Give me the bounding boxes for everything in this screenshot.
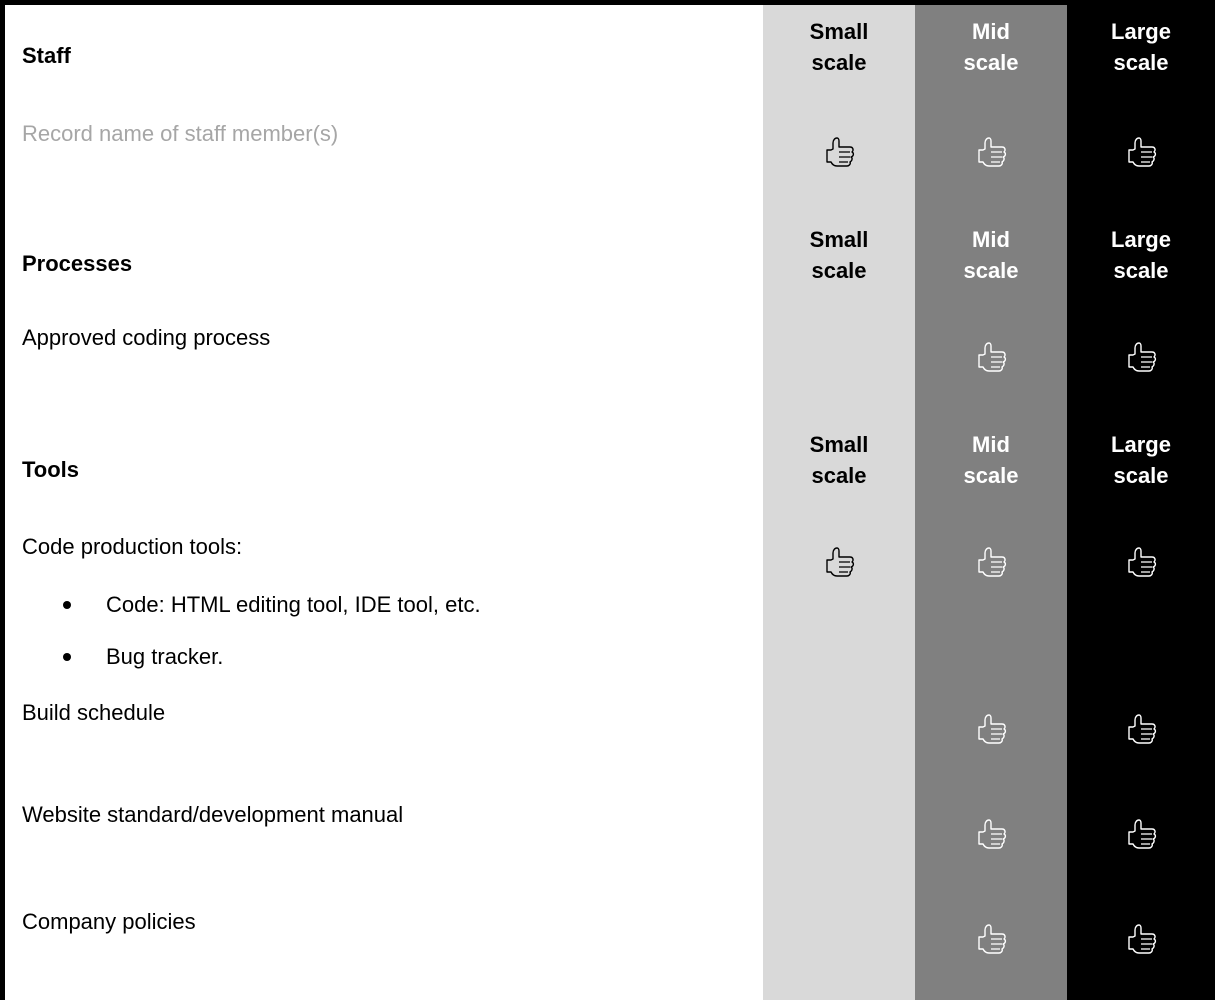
column-header-large-line1: Large [1111,227,1171,252]
thumbs-up-icon [1121,817,1161,851]
column-header-small-line2: scale [811,463,867,488]
column-header-large-line2: scale [1113,463,1169,488]
column-header-mid-line1: Mid [972,227,1010,252]
column-header-mid-line1: Mid [972,19,1010,44]
column-header-mid-line1: Mid [972,432,1010,457]
section-heading-processes: Processes [22,251,133,276]
thumbs-up-icon [971,817,1011,851]
left-border [0,0,5,1000]
column-header-small-line1: Small [809,19,869,44]
thumbs-up-icon [971,545,1011,579]
staff-member-name-field[interactable]: Record name of staff member(s) [22,122,338,146]
column-header-small-line1: Small [809,432,869,457]
thumbs-up-icon [971,135,1011,169]
thumbs-up-icon [1121,340,1161,374]
column-header-small: Small scale [763,429,915,491]
thumbs-up-icon [1121,712,1161,746]
column-header-mid-line2: scale [963,463,1019,488]
bullet-text: Bug tracker. [106,644,224,669]
thumbs-up-icon [819,135,859,169]
column-header-large: Large scale [1067,16,1215,78]
row-label: Approved coding process [22,325,271,350]
bullet-point [63,601,71,609]
column-header-small-line2: scale [811,50,867,75]
column-header-small: Small scale [763,16,915,78]
column-header-large: Large scale [1067,224,1215,286]
thumbs-up-icon [819,545,859,579]
row-label: Company policies [22,909,196,934]
column-header-small-line2: scale [811,258,867,283]
thumbs-up-icon [971,922,1011,956]
section-heading-staff: Staff [22,43,71,68]
thumbs-up-icon [971,340,1011,374]
column-header-mid: Mid scale [915,429,1067,491]
column-header-large-line1: Large [1111,19,1171,44]
column-header-large-line1: Large [1111,432,1171,457]
column-header-small-line1: Small [809,227,869,252]
column-header-large-line2: scale [1113,50,1169,75]
column-header-mid: Mid scale [915,16,1067,78]
row-label: Build schedule [22,700,166,725]
thumbs-up-icon [1121,545,1161,579]
bullet-text: Code: HTML editing tool, IDE tool, etc. [106,592,481,617]
column-header-large-line2: scale [1113,258,1169,283]
document-frame: Staff Small scale Mid scale Large scale … [0,0,1215,1000]
column-header-large: Large scale [1067,429,1215,491]
thumbs-up-icon [1121,135,1161,169]
column-header-small: Small scale [763,224,915,286]
thumbs-up-icon [1121,922,1161,956]
thumbs-up-icon [971,712,1011,746]
column-header-mid: Mid scale [915,224,1067,286]
top-border [0,0,1215,5]
column-header-mid-line2: scale [963,50,1019,75]
row-label: Website standard/development manual [22,802,404,827]
section-heading-tools: Tools [22,457,80,482]
bullet-point [63,653,71,661]
column-header-mid-line2: scale [963,258,1019,283]
row-label: Code production tools: [22,534,243,559]
